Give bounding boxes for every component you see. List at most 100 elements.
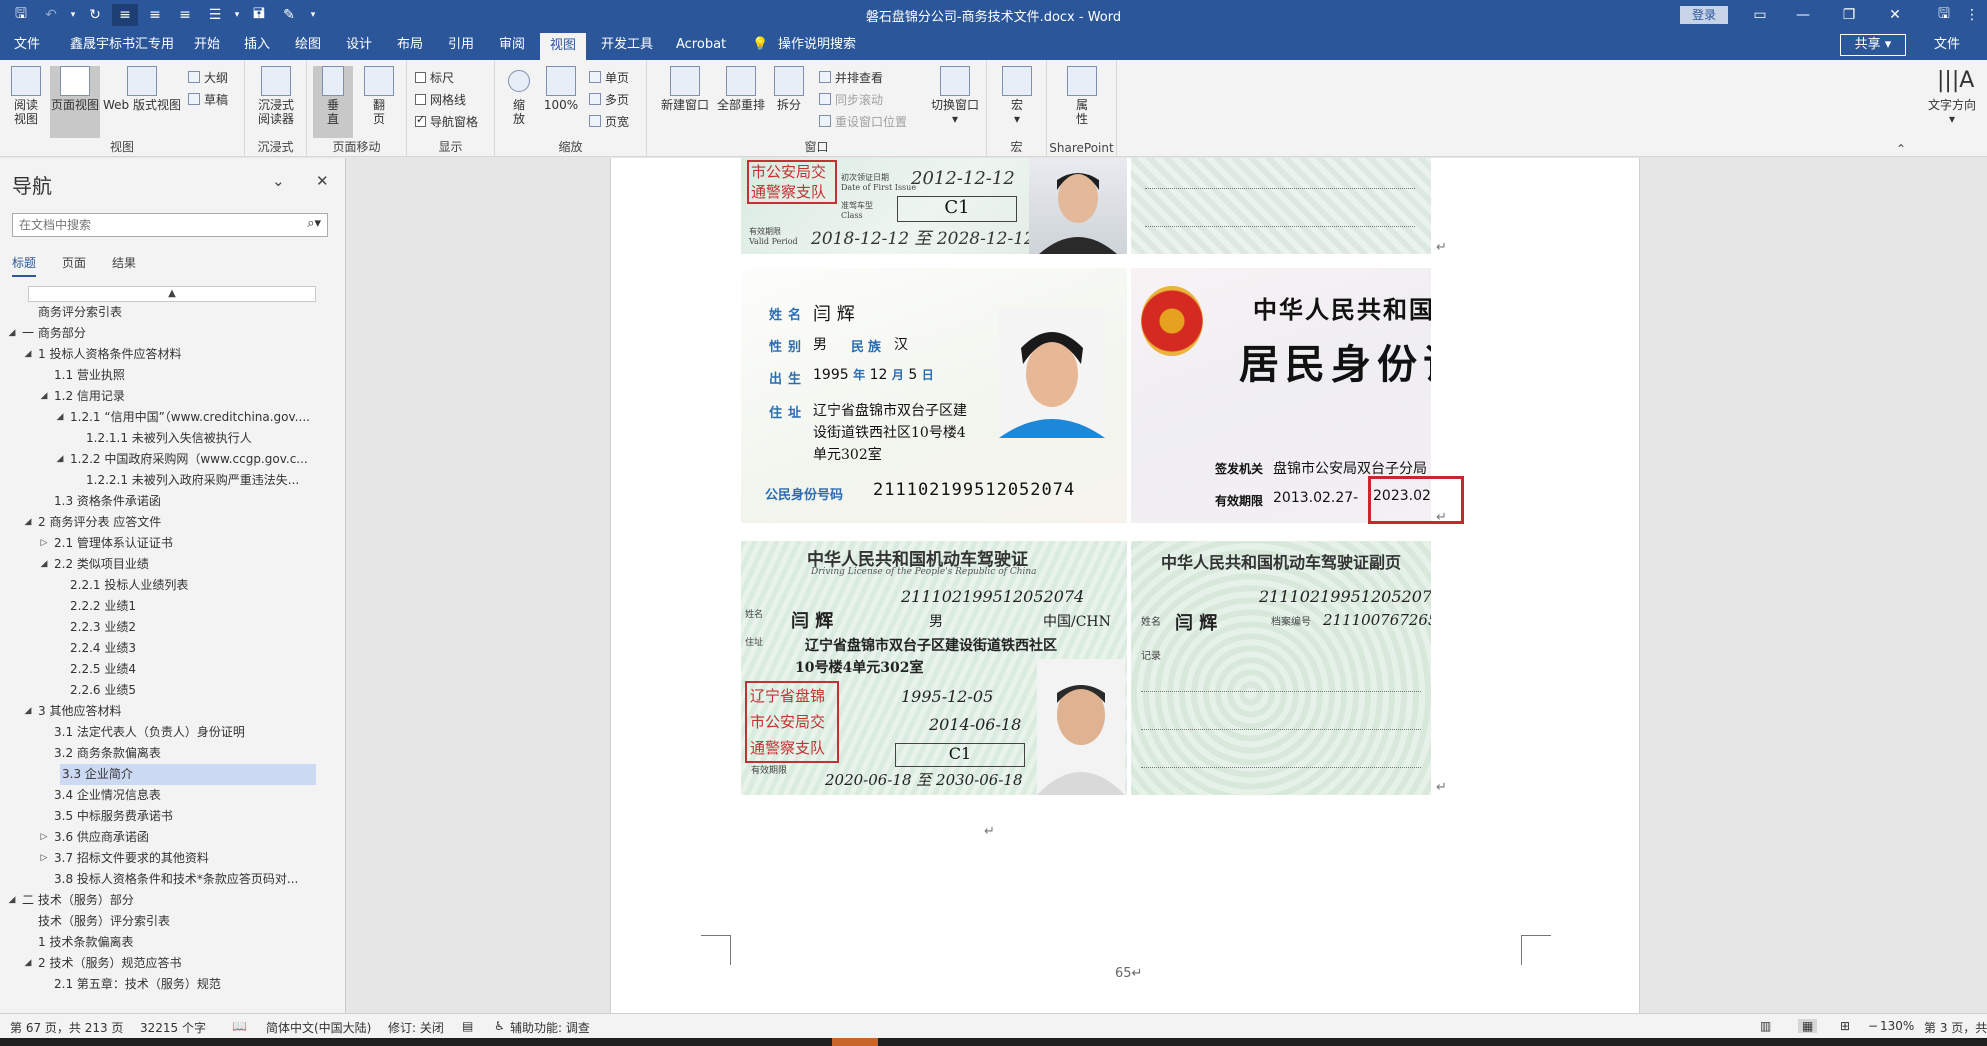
- expand-arrow-icon[interactable]: ▷: [38, 533, 50, 554]
- nav-heading-item[interactable]: 2.2.2 业绩1: [0, 596, 316, 617]
- align-center-icon[interactable]: ≡: [142, 4, 168, 26]
- tab-developer[interactable]: 开发工具: [601, 30, 653, 60]
- nav-heading-item[interactable]: 1.2.1.1 未被列入失信被执行人: [0, 428, 316, 449]
- nav-heading-item[interactable]: ▷ 3.7 招标文件要求的其他资料: [0, 848, 316, 869]
- one-page-button[interactable]: 单页: [589, 68, 629, 86]
- nav-options-icon[interactable]: ⌄: [272, 172, 285, 190]
- share-button[interactable]: 共享 ▾: [1840, 34, 1906, 56]
- read-mode-button[interactable]: 阅读 视图: [4, 66, 48, 126]
- align-right-icon[interactable]: ≡: [172, 4, 198, 26]
- nav-scroll-up-button[interactable]: ▲: [28, 286, 316, 302]
- format-painter-icon[interactable]: ✎: [276, 4, 302, 26]
- page-width-button[interactable]: 页宽: [589, 112, 629, 130]
- nav-heading-item[interactable]: ◢ 一 商务部分: [0, 323, 316, 344]
- save-as-icon[interactable]: 🖬: [246, 4, 272, 26]
- redo-icon[interactable]: ↻: [82, 4, 108, 26]
- tab-tell-me[interactable]: 操作说明搜索: [778, 30, 856, 60]
- split-button[interactable]: 拆分: [769, 66, 809, 112]
- nav-close-icon[interactable]: ✕: [316, 172, 329, 190]
- collapse-arrow-icon[interactable]: ◢: [22, 701, 34, 722]
- tab-view[interactable]: 视图: [540, 33, 587, 60]
- arrange-all-button[interactable]: 全部重排: [713, 66, 769, 112]
- collapse-arrow-icon[interactable]: ◢: [38, 386, 50, 407]
- tab-file[interactable]: 文件: [14, 30, 40, 60]
- nav-heading-item[interactable]: 1.2.2.1 未被列入政府采购严重违法失...: [0, 470, 316, 491]
- nav-heading-item[interactable]: ▷ 2.1 管理体系认证证书: [0, 533, 316, 554]
- nav-tab-headings[interactable]: 标题: [12, 254, 37, 277]
- close-button[interactable]: ✕: [1872, 0, 1918, 30]
- tab-insert[interactable]: 插入: [244, 30, 270, 60]
- proofing-icon[interactable]: 📖: [232, 1019, 247, 1033]
- accessibility-icon[interactable]: ♿: [494, 1019, 505, 1033]
- print-layout-status-icon[interactable]: ▦: [1798, 1019, 1818, 1033]
- nav-heading-item[interactable]: ◢ 3 其他应答材料: [0, 701, 316, 722]
- taskbar-active-app[interactable]: [832, 1038, 878, 1046]
- collapse-ribbon-icon[interactable]: ⌃: [1896, 142, 1906, 156]
- nav-heading-item[interactable]: 1.3 资格条件承诺函: [0, 491, 316, 512]
- macros-button[interactable]: 宏 ▾: [995, 66, 1039, 126]
- line-spacing-dropdown-icon[interactable]: ▾: [232, 4, 242, 26]
- new-window-button[interactable]: 新建窗口: [657, 66, 713, 112]
- search-icon[interactable]: ⌕▾: [307, 216, 321, 231]
- tab-design[interactable]: 设计: [346, 30, 372, 60]
- nav-heading-item[interactable]: ◢ 1.2 信用记录: [0, 386, 316, 407]
- nav-heading-item[interactable]: ◢ 二 技术（服务）部分: [0, 890, 316, 911]
- collapse-arrow-icon[interactable]: ◢: [54, 407, 66, 428]
- nav-heading-item[interactable]: ◢ 1.2.1 “信用中国”（www.creditchina.gov....: [0, 407, 316, 428]
- reset-window-button[interactable]: 重设窗口位置: [819, 112, 907, 130]
- nav-heading-item[interactable]: 3.2 商务条款偏离表: [0, 743, 316, 764]
- expand-arrow-icon[interactable]: ▷: [38, 827, 50, 848]
- zoom-100-button[interactable]: 100%: [541, 66, 581, 112]
- tab-references[interactable]: 引用: [448, 30, 474, 60]
- collapse-arrow-icon[interactable]: ◢: [22, 344, 34, 365]
- line-spacing-icon[interactable]: ☰: [202, 4, 228, 26]
- save-icon[interactable]: 🖫: [8, 4, 34, 26]
- side-by-side-button[interactable]: 并排查看: [819, 68, 883, 86]
- read-mode-status-icon[interactable]: ▥: [1760, 1019, 1771, 1033]
- switch-window-button[interactable]: 切换窗口 ▾: [927, 66, 983, 126]
- immersive-reader-button[interactable]: 沉浸式 阅读器: [253, 66, 299, 126]
- login-button[interactable]: 登录: [1680, 6, 1728, 24]
- nav-heading-item[interactable]: 3.4 企业情况信息表: [0, 785, 316, 806]
- nav-heading-item[interactable]: ▷ 3.6 供应商承诺函: [0, 827, 316, 848]
- nav-heading-item[interactable]: 3.3 企业简介: [60, 764, 316, 785]
- expand-arrow-icon[interactable]: ▷: [38, 848, 50, 869]
- print-layout-button[interactable]: 页面视图: [50, 66, 100, 138]
- status-language[interactable]: 简体中文(中国大陆): [266, 1019, 371, 1036]
- customize-qat-icon[interactable]: ▾: [306, 4, 320, 26]
- nav-heading-item[interactable]: 1.1 营业执照: [0, 365, 316, 386]
- ruler-checkbox[interactable]: 标尺: [415, 68, 454, 86]
- tab-review[interactable]: 审阅: [499, 30, 525, 60]
- nav-heading-item[interactable]: 技术（服务）评分索引表: [0, 911, 316, 932]
- nav-heading-item[interactable]: 3.5 中标服务费承诺书: [0, 806, 316, 827]
- nav-heading-item[interactable]: ◢ 2 技术（服务）规范应答书: [0, 953, 316, 974]
- more-icon[interactable]: ⋮: [1958, 0, 1986, 30]
- web-layout-button[interactable]: Web 版式视图: [102, 66, 182, 112]
- status-accessibility[interactable]: 辅助功能: 调查: [510, 1019, 590, 1036]
- gridlines-checkbox[interactable]: 网格线: [415, 90, 466, 108]
- collapse-arrow-icon[interactable]: ◢: [6, 323, 18, 344]
- nav-heading-item[interactable]: 3.1 法定代表人（负责人）身份证明: [0, 722, 316, 743]
- nav-search-input[interactable]: [13, 214, 283, 236]
- tab-file-right[interactable]: 文件: [1934, 30, 1960, 60]
- nav-heading-item[interactable]: 2.1 第五章：技术（服务）规范: [0, 974, 316, 995]
- status-track-changes[interactable]: 修订: 关闭: [388, 1019, 444, 1036]
- nav-heading-item[interactable]: 2.2.4 业绩3: [0, 638, 316, 659]
- status-zoom-visible[interactable]: 130%: [1880, 1019, 1914, 1033]
- nav-heading-item[interactable]: 2.2.1 投标人业绩列表: [0, 575, 316, 596]
- nav-heading-item[interactable]: 2.2.6 业绩5: [0, 680, 316, 701]
- nav-heading-item[interactable]: ◢ 1 投标人资格条件应答材料: [0, 344, 316, 365]
- web-layout-status-icon[interactable]: ⊞: [1840, 1019, 1850, 1033]
- outline-button[interactable]: 大纲: [188, 68, 228, 86]
- collapse-arrow-icon[interactable]: ◢: [22, 512, 34, 533]
- restore-button[interactable]: ❐: [1826, 0, 1872, 30]
- tab-draw[interactable]: 绘图: [295, 30, 321, 60]
- align-left-icon[interactable]: ≡: [112, 4, 138, 26]
- navpane-checkbox[interactable]: 导航窗格: [415, 112, 478, 130]
- collapse-arrow-icon[interactable]: ◢: [6, 890, 18, 911]
- nav-search-box[interactable]: ⌕▾: [12, 213, 328, 237]
- properties-button[interactable]: 属 性: [1060, 66, 1104, 126]
- nav-heading-item[interactable]: 商务评分索引表: [0, 302, 316, 323]
- side-to-side-button[interactable]: 翻 页: [359, 66, 399, 126]
- nav-heading-item[interactable]: 3.8 投标人资格条件和技术*条款应答页码对...: [0, 869, 316, 890]
